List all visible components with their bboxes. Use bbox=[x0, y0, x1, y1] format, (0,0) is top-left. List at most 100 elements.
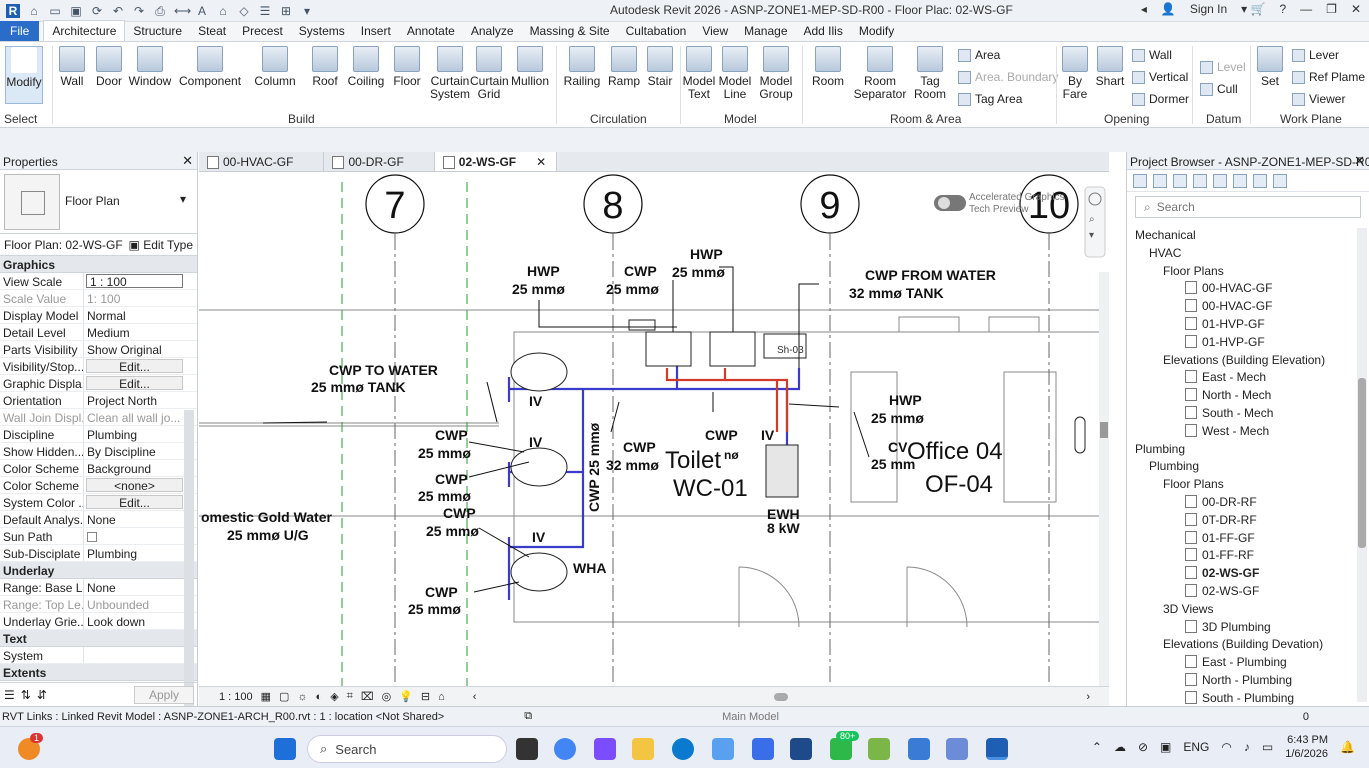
links-icon[interactable] bbox=[1253, 173, 1267, 188]
browser-view-item[interactable]: 02-WS-GF bbox=[1185, 566, 1259, 580]
minimize-icon[interactable]: — bbox=[1300, 2, 1312, 16]
sort-alpha-icon[interactable]: ⇅ bbox=[21, 688, 31, 702]
scroll-right-icon[interactable]: › bbox=[1086, 691, 1090, 703]
sun-path-icon[interactable]: ☼ bbox=[297, 691, 307, 703]
shaft-button[interactable]: Shart bbox=[1094, 46, 1126, 88]
shadows-icon[interactable]: ◐ bbox=[316, 691, 323, 703]
color-scheme-button[interactable]: <none> bbox=[86, 478, 183, 492]
component-button[interactable]: Component bbox=[179, 46, 241, 88]
browser-view-item[interactable]: West - Mech bbox=[1185, 424, 1269, 438]
tab-systems[interactable]: Systems bbox=[291, 21, 353, 41]
sync-icon[interactable]: ⟳ bbox=[90, 4, 104, 18]
close-icon[interactable]: ✕ bbox=[1354, 153, 1365, 169]
browser-tree-node[interactable]: Floor Plans bbox=[1163, 264, 1224, 278]
railing-button[interactable]: Railing bbox=[562, 46, 602, 88]
section-icon[interactable]: ◇ bbox=[237, 4, 251, 18]
tab-steel[interactable]: Steat bbox=[190, 21, 234, 41]
stair-button[interactable]: Stair bbox=[644, 46, 676, 88]
browser-view-item[interactable]: South - Mech bbox=[1185, 406, 1273, 420]
apply-button[interactable]: Apply bbox=[133, 685, 194, 704]
model-text-button[interactable]: Model Text bbox=[682, 46, 716, 101]
start-icon[interactable] bbox=[274, 738, 296, 760]
tag-area-button[interactable]: Tag Area bbox=[958, 92, 1022, 106]
measure-icon[interactable]: ⟷ bbox=[174, 4, 191, 18]
tab-annotate[interactable]: Annotate bbox=[399, 21, 463, 41]
schedules-icon[interactable] bbox=[1193, 173, 1207, 188]
battery-icon[interactable]: ▭ bbox=[1262, 740, 1273, 754]
prop-row[interactable]: View Scale 1 : 100 bbox=[0, 273, 197, 290]
close-tab-icon[interactable]: ✕ bbox=[536, 155, 546, 169]
undo-icon[interactable]: ↶ bbox=[111, 4, 125, 18]
views-icon[interactable] bbox=[1153, 173, 1167, 188]
prop-row[interactable]: Sun Path bbox=[0, 528, 197, 545]
wall-opening-button[interactable]: Wall bbox=[1132, 48, 1172, 62]
prop-row[interactable]: Range: Base L... None bbox=[0, 579, 197, 596]
close-icon[interactable]: ✕ bbox=[1351, 2, 1361, 16]
prop-row[interactable]: Color Scheme <none> bbox=[0, 477, 197, 494]
tab-structure[interactable]: Structure bbox=[125, 21, 190, 41]
viewer-button[interactable]: Viewer bbox=[1292, 92, 1345, 106]
browser-view-item[interactable]: 00-HVAC-GF bbox=[1185, 299, 1272, 313]
wall-button[interactable]: Wall bbox=[57, 46, 87, 88]
by-face-button[interactable]: By Fare bbox=[1060, 46, 1090, 101]
defender-icon[interactable] bbox=[908, 738, 930, 760]
file-explorer-icon[interactable] bbox=[632, 738, 654, 760]
prop-row[interactable]: System bbox=[0, 647, 197, 664]
render-icon[interactable]: ◈ bbox=[330, 690, 338, 703]
clock[interactable]: 6:43 PM 1/6/2026 bbox=[1285, 733, 1328, 761]
modify-button[interactable]: Modify bbox=[5, 46, 43, 104]
browser-tree-node[interactable]: Elevations (Building Devation) bbox=[1163, 637, 1323, 651]
edit-button[interactable]: Edit... bbox=[86, 359, 183, 373]
filter-count[interactable]: 0 bbox=[1303, 711, 1309, 723]
home-icon[interactable]: ⌂ bbox=[27, 4, 41, 18]
edge-icon[interactable] bbox=[672, 738, 694, 760]
redo-icon[interactable]: ↷ bbox=[132, 4, 146, 18]
store-icon[interactable] bbox=[790, 738, 812, 760]
notifications-icon[interactable]: 🔔 bbox=[1340, 740, 1355, 754]
type-selector[interactable]: Floor Plan ▾ bbox=[0, 170, 197, 234]
worksharing-icon[interactable]: ⊟ bbox=[421, 690, 430, 703]
copilot-icon[interactable] bbox=[594, 738, 616, 760]
prop-row[interactable]: Discipline Plumbing bbox=[0, 426, 197, 443]
browser-view-item[interactable]: North - Mech bbox=[1185, 388, 1271, 402]
browser-view-item[interactable]: 0T-DR-RF bbox=[1185, 513, 1257, 527]
help-icon[interactable]: ? bbox=[1279, 2, 1286, 16]
zoom-icon[interactable]: ⌕ bbox=[1089, 214, 1095, 225]
browser-view-item[interactable]: 01-FF-GF bbox=[1185, 531, 1255, 545]
tab-collaborate[interactable]: Cultabation bbox=[618, 21, 695, 41]
home-icon[interactable] bbox=[1133, 173, 1147, 188]
network-off-icon[interactable]: ⊘ bbox=[1138, 740, 1148, 754]
browser-view-item[interactable]: 01-HVP-GF bbox=[1185, 335, 1265, 349]
maximize-icon[interactable]: ❐ bbox=[1326, 2, 1337, 16]
tag-room-button[interactable]: Tag Room bbox=[910, 46, 950, 101]
room-separator-button[interactable]: Room Separator bbox=[852, 46, 908, 101]
browser-tree-node[interactable]: Elevations (Building Elevation) bbox=[1163, 353, 1325, 367]
analytical-icon[interactable]: ⌂ bbox=[438, 691, 445, 703]
vertical-button[interactable]: Vertical bbox=[1132, 70, 1188, 84]
tab-manage[interactable]: Manage bbox=[736, 21, 795, 41]
vertical-scrollbar[interactable] bbox=[1099, 272, 1109, 686]
prop-row[interactable]: Color Scheme ... Background bbox=[0, 460, 197, 477]
worksets-icon[interactable]: ⧉ bbox=[524, 710, 532, 723]
prop-row[interactable]: Visibility/Stop... Edit... bbox=[0, 358, 197, 375]
vertical-scroll-thumb[interactable] bbox=[1100, 422, 1108, 438]
instance-filter-dropdown[interactable]: Floor Plan: 02-WS-GF bbox=[4, 238, 123, 252]
app-tray-icon[interactable]: ▣ bbox=[1160, 740, 1171, 754]
mullion-button[interactable]: Mullion bbox=[510, 46, 550, 88]
area-button[interactable]: Area bbox=[958, 48, 1000, 62]
zoom-dropdown-icon[interactable]: ▾ bbox=[1089, 230, 1094, 241]
browser-view-item[interactable]: 01-FF-RF bbox=[1185, 548, 1254, 562]
app-icon[interactable] bbox=[712, 738, 734, 760]
select-dropdown[interactable]: Select bbox=[4, 112, 37, 126]
floor-button[interactable]: Floor bbox=[392, 46, 422, 88]
model-group-button[interactable]: Model Group bbox=[756, 46, 796, 101]
crop-icon[interactable]: ⌗ bbox=[347, 690, 353, 703]
chrome-icon[interactable] bbox=[554, 738, 576, 760]
prop-row[interactable]: System Color ... Edit... bbox=[0, 494, 197, 511]
curtain-system-button[interactable]: Curtain System bbox=[430, 46, 470, 101]
tab-file[interactable]: File bbox=[0, 21, 40, 41]
edit-icon[interactable] bbox=[1273, 173, 1287, 188]
sort-icon[interactable]: ☰ bbox=[4, 688, 15, 702]
revit-taskbar-icon[interactable] bbox=[986, 738, 1008, 760]
browser-view-item[interactable]: North - Plumbing bbox=[1185, 673, 1292, 687]
